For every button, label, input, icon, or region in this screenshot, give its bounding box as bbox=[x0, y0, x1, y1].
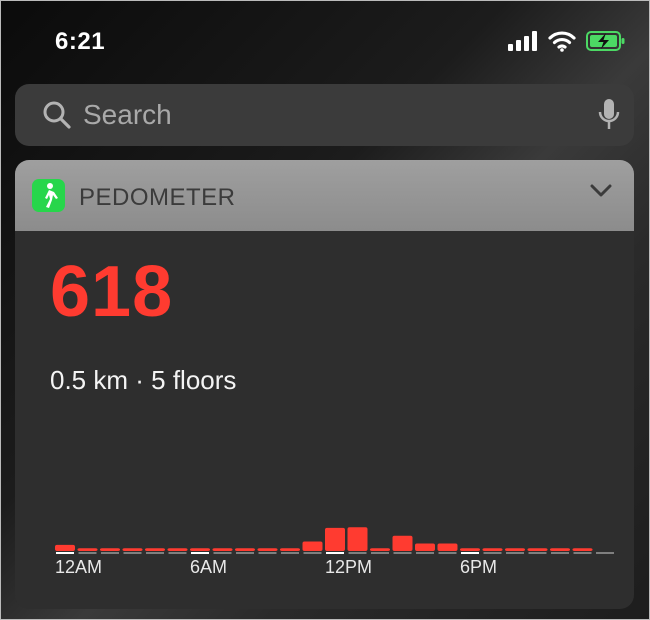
chart-bar bbox=[482, 548, 503, 551]
chart-bar bbox=[370, 548, 390, 551]
signal-icon bbox=[508, 31, 537, 51]
chart-bar bbox=[55, 544, 75, 551]
chart-bar bbox=[415, 543, 435, 551]
widget-title: PEDOMETER bbox=[79, 184, 236, 211]
chart-bar bbox=[122, 548, 143, 551]
chart-bar bbox=[392, 535, 413, 551]
chart-bar bbox=[325, 527, 345, 551]
steps-chart: 12AM 6AM 12PM 6PM bbox=[55, 527, 614, 577]
chart-bar bbox=[212, 548, 233, 551]
battery-charging-icon bbox=[586, 31, 625, 51]
distance-floors-summary: 0.5 km · 5 floors bbox=[50, 365, 237, 395]
status-icons bbox=[508, 28, 626, 54]
chart-bar bbox=[145, 548, 165, 551]
chart-tick-label: 12AM bbox=[55, 557, 102, 577]
chart-bar bbox=[347, 527, 368, 551]
chart-bar bbox=[527, 548, 548, 551]
chart-tick-label: 6PM bbox=[460, 557, 497, 577]
walking-person-icon bbox=[32, 179, 65, 212]
chart-bar bbox=[437, 543, 458, 551]
search-input[interactable] bbox=[81, 94, 585, 136]
chart-bar bbox=[77, 548, 98, 551]
chart-bar bbox=[302, 541, 323, 551]
pedometer-widget[interactable]: PEDOMETER 618 0.5 km · 5 floors 12AM 6AM 1… bbox=[15, 160, 634, 609]
chart-bar bbox=[167, 548, 188, 551]
chart-bar bbox=[235, 548, 255, 551]
microphone-icon[interactable] bbox=[598, 98, 620, 132]
search-bar[interactable] bbox=[15, 84, 634, 146]
chart-bar bbox=[257, 548, 278, 551]
wifi-icon bbox=[548, 31, 576, 52]
chart-bar bbox=[550, 548, 570, 551]
chart-bar bbox=[280, 548, 300, 551]
widget-header[interactable]: PEDOMETER bbox=[15, 160, 634, 231]
chart-bar bbox=[460, 548, 480, 551]
search-icon bbox=[43, 101, 71, 129]
chart-tick-label: 12PM bbox=[325, 557, 372, 577]
chart-bar bbox=[505, 548, 525, 551]
chart-tick-label: 6AM bbox=[190, 557, 227, 577]
chart-bar bbox=[100, 548, 120, 551]
chart-bar bbox=[572, 548, 593, 551]
chevron-down-icon[interactable] bbox=[590, 184, 612, 198]
step-count: 618 bbox=[50, 252, 174, 332]
status-time: 6:21 bbox=[55, 28, 106, 55]
chart-bar bbox=[190, 548, 210, 551]
